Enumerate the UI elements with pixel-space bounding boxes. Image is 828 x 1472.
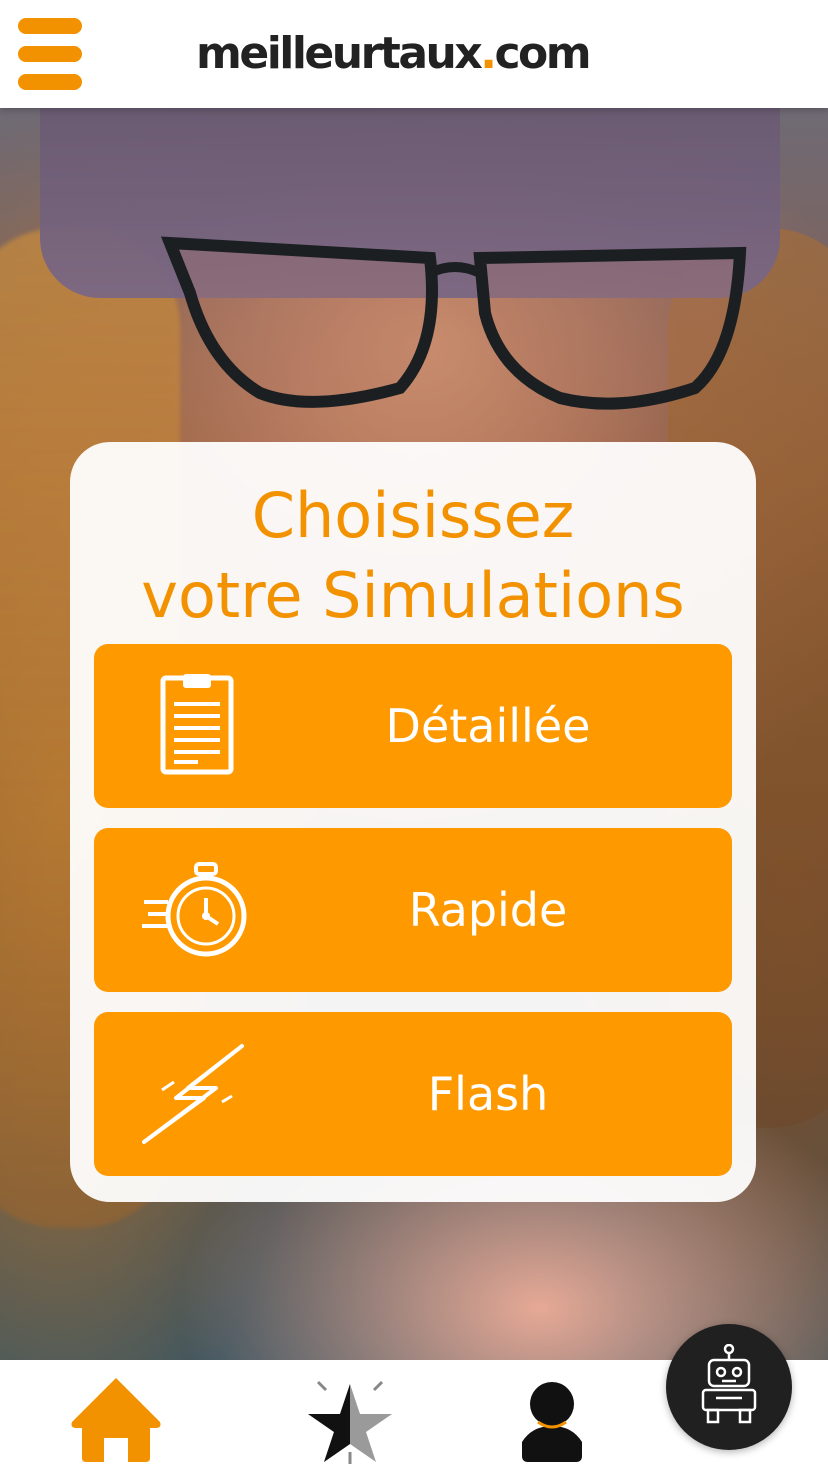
home-icon bbox=[71, 1378, 161, 1462]
nav-home[interactable] bbox=[66, 1374, 166, 1466]
glasses-shape bbox=[160, 236, 747, 410]
logo[interactable]: meilleurtaux.com bbox=[196, 26, 592, 82]
nav-favorites[interactable] bbox=[300, 1374, 400, 1466]
card-title-line2: votre Simulations bbox=[141, 559, 685, 632]
option-label: Flash bbox=[427, 1067, 549, 1121]
option-rapide-button[interactable]: Rapide bbox=[94, 828, 732, 992]
clipboard-icon bbox=[160, 674, 234, 775]
stopwatch-icon bbox=[142, 862, 247, 957]
lightning-icon bbox=[142, 1044, 244, 1144]
option-label: Rapide bbox=[408, 883, 568, 937]
star-icon bbox=[308, 1380, 392, 1464]
chatbot-button[interactable] bbox=[666, 1324, 792, 1450]
card-title: Choisissez votre Simulations bbox=[70, 476, 756, 636]
top-bar: meilleurtaux.com bbox=[0, 0, 828, 108]
card-title-line1: Choisissez bbox=[251, 479, 575, 552]
option-detaillee-button[interactable]: Détaillée bbox=[94, 644, 732, 808]
simulation-card: Choisissez votre Simulations Détaillée R… bbox=[70, 442, 756, 1202]
robot-icon bbox=[701, 1344, 757, 1424]
user-icon bbox=[522, 1382, 582, 1462]
option-label: Détaillée bbox=[385, 699, 591, 753]
logo-suffix: com bbox=[494, 28, 591, 79]
nav-profile[interactable] bbox=[502, 1374, 602, 1466]
hamburger-menu-icon[interactable] bbox=[18, 18, 82, 90]
option-flash-button[interactable]: Flash bbox=[94, 1012, 732, 1176]
logo-dot: . bbox=[480, 28, 497, 79]
logo-text: meilleurtaux bbox=[196, 28, 483, 79]
